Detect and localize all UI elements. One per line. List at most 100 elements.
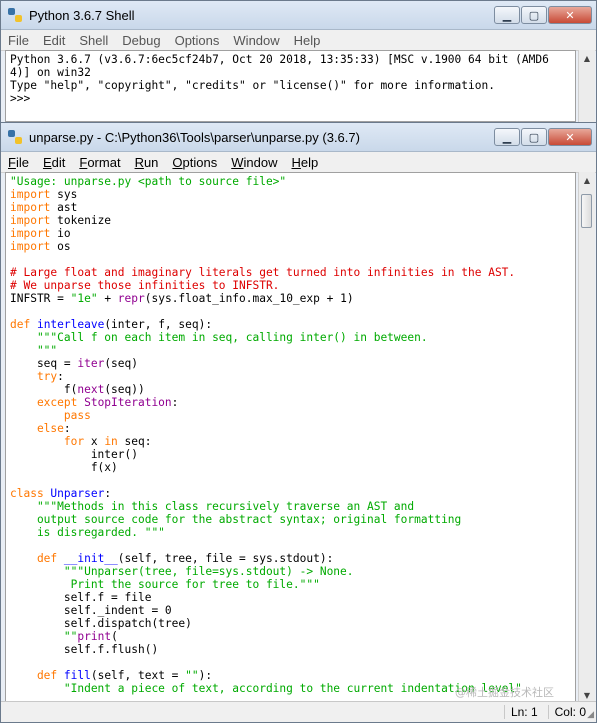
code-token: : bbox=[57, 370, 64, 383]
code-line: import tokenize bbox=[10, 214, 111, 227]
code-token: StopIteration bbox=[77, 396, 172, 409]
menu-help[interactable]: Help bbox=[287, 33, 328, 48]
menu-file[interactable]: File bbox=[1, 155, 36, 170]
code-line: is disregarded. """ bbox=[10, 526, 165, 539]
code-line: self.f = file bbox=[10, 591, 152, 604]
scroll-up-icon[interactable]: ▲ bbox=[579, 172, 595, 188]
close-icon: ✕ bbox=[565, 130, 575, 144]
close-button[interactable]: ✕ bbox=[548, 128, 592, 146]
code-token: """Call f on each item in seq, calling i… bbox=[10, 331, 428, 344]
code-token: self.dispatch(tree) bbox=[10, 617, 192, 630]
code-token: (self, text = bbox=[90, 669, 186, 682]
code-line: "Usage: unparse.py <path to source file>… bbox=[10, 175, 286, 188]
code-token: ): bbox=[198, 669, 213, 682]
code-token: iter bbox=[77, 357, 105, 370]
python-file-icon bbox=[8, 130, 22, 144]
code-token: Print the source for tree to file.""" bbox=[10, 578, 320, 591]
code-token: import bbox=[10, 240, 51, 253]
code-token: "Indent a piece of text, according to th… bbox=[10, 682, 522, 695]
menu-options[interactable]: Options bbox=[168, 33, 227, 48]
menu-window[interactable]: Window bbox=[224, 155, 284, 170]
shell-title: Python 3.6.7 Shell bbox=[29, 7, 135, 23]
code-token: f(x) bbox=[10, 461, 118, 474]
menu-edit[interactable]: Edit bbox=[36, 155, 72, 170]
code-token: x bbox=[84, 435, 105, 448]
code-line: except StopIteration: bbox=[10, 396, 178, 409]
menu-run[interactable]: Run bbox=[128, 155, 166, 170]
shell-line: Python 3.6.7 (v3.6.7:6ec5cf24b7, Oct 20 … bbox=[10, 53, 549, 66]
menu-options[interactable]: Options bbox=[165, 155, 224, 170]
menu-window[interactable]: Window bbox=[226, 33, 286, 48]
code-token: + bbox=[97, 292, 118, 305]
minimize-button[interactable]: ▁ bbox=[494, 128, 520, 146]
code-token: ast bbox=[50, 201, 78, 214]
code-token: pass bbox=[10, 409, 91, 422]
maximize-button[interactable]: ▢ bbox=[521, 6, 547, 24]
close-button[interactable]: ✕ bbox=[548, 6, 592, 24]
code-line: self.f.flush() bbox=[10, 643, 158, 656]
menu-file[interactable]: File bbox=[1, 33, 36, 48]
code-line: def __init__(self, tree, file = sys.stdo… bbox=[10, 552, 333, 565]
code-token: self._indent = 0 bbox=[10, 604, 172, 617]
editor-scrollbar[interactable]: ▲ ▼ bbox=[578, 172, 595, 703]
close-icon: ✕ bbox=[565, 8, 575, 22]
code-token: : bbox=[171, 396, 179, 409]
code-token: else bbox=[10, 422, 64, 435]
code-token: self.f.flush() bbox=[10, 643, 159, 656]
code-line: """Unparser(tree, file=sys.stdout) -> No… bbox=[10, 565, 354, 578]
shell-scrollbar[interactable]: ▲ bbox=[578, 50, 595, 122]
menu-shell[interactable]: Shell bbox=[72, 33, 115, 48]
code-content: "Usage: unparse.py <path to source file>… bbox=[6, 173, 575, 695]
code-token: """ bbox=[10, 344, 58, 357]
code-token: os bbox=[50, 240, 71, 253]
minimize-icon: ▁ bbox=[502, 130, 512, 144]
shell-prompt: >>> bbox=[10, 92, 31, 105]
code-token: for bbox=[10, 435, 85, 448]
code-token: """Unparser(tree, file=sys.stdout) -> No… bbox=[10, 565, 354, 578]
code-line: INFSTR = "1e" + repr(sys.float_info.max_… bbox=[10, 292, 354, 305]
shell-text-area[interactable]: Python 3.6.7 (v3.6.7:6ec5cf24b7, Oct 20 … bbox=[5, 50, 576, 122]
code-line: self.dispatch(tree) bbox=[10, 617, 192, 630]
maximize-icon: ▢ bbox=[528, 8, 540, 22]
code-token: INFSTR = bbox=[10, 292, 71, 305]
scroll-up-icon[interactable]: ▲ bbox=[579, 50, 595, 66]
code-line: class Unparser: bbox=[10, 487, 111, 500]
menu-edit[interactable]: Edit bbox=[36, 33, 72, 48]
code-line: ""print( bbox=[10, 630, 118, 643]
shell-titlebar[interactable]: Python 3.6.7 Shell ▁ ▢ ✕ bbox=[1, 1, 596, 30]
menu-help[interactable]: Help bbox=[285, 155, 326, 170]
shell-window: Python 3.6.7 Shell ▁ ▢ ✕ File Edit Shell… bbox=[0, 0, 597, 123]
code-token: except bbox=[10, 396, 78, 409]
minimize-button[interactable]: ▁ bbox=[494, 6, 520, 24]
code-token: repr bbox=[117, 292, 145, 305]
code-line: import io bbox=[10, 227, 71, 240]
editor-window-controls: ▁ ▢ ✕ bbox=[493, 128, 592, 146]
code-token: inter() bbox=[10, 448, 138, 461]
code-token: (seq)) bbox=[104, 383, 145, 396]
editor-titlebar[interactable]: unparse.py - C:\Python36\Tools\parser\un… bbox=[1, 123, 596, 152]
scroll-thumb[interactable] bbox=[581, 194, 592, 228]
code-token: def bbox=[10, 552, 58, 565]
menu-format[interactable]: Format bbox=[72, 155, 127, 170]
maximize-button[interactable]: ▢ bbox=[521, 128, 547, 146]
editor-title: unparse.py - C:\Python36\Tools\parser\un… bbox=[29, 129, 360, 145]
code-token: (sys.float_info.max_10_exp + 1) bbox=[144, 292, 354, 305]
code-line: """Methods in this class recursively tra… bbox=[10, 500, 414, 513]
code-token: def bbox=[10, 669, 58, 682]
code-token: seq: bbox=[117, 435, 152, 448]
code-line: # We unparse those infinities to INFSTR. bbox=[10, 279, 279, 292]
code-line: f(x) bbox=[10, 461, 118, 474]
resize-grip-icon[interactable]: ◢ bbox=[587, 710, 594, 720]
code-line: else: bbox=[10, 422, 71, 435]
shell-line: Type "help", "copyright", "credits" or "… bbox=[10, 79, 495, 92]
code-token: fill bbox=[57, 669, 91, 682]
code-token: in bbox=[104, 435, 118, 448]
line-indicator: Ln: 1 bbox=[503, 705, 538, 719]
menu-debug[interactable]: Debug bbox=[115, 33, 167, 48]
code-line: def interleave(inter, f, seq): bbox=[10, 318, 212, 331]
code-token: class bbox=[10, 487, 44, 500]
code-editor[interactable]: "Usage: unparse.py <path to source file>… bbox=[5, 172, 576, 703]
code-token: """Methods in this class recursively tra… bbox=[10, 500, 415, 513]
code-line: for x in seq: bbox=[10, 435, 152, 448]
code-line: Print the source for tree to file.""" bbox=[10, 578, 320, 591]
